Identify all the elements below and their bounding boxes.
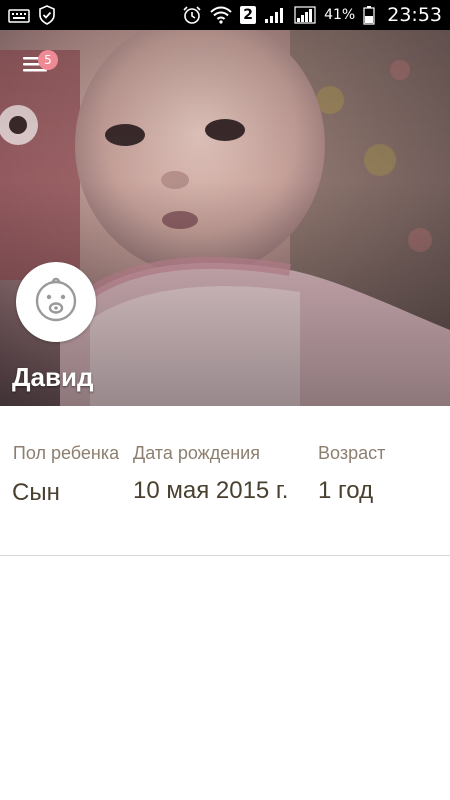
keyboard-icon <box>8 7 30 23</box>
birthdate-value: 10 мая 2015 г. <box>133 477 289 504</box>
age-value: 1 год <box>318 477 374 504</box>
shield-check-icon <box>38 5 56 25</box>
birthdate-field: Дата рождения 10 мая 2015 г. <box>133 440 303 506</box>
baby-face-icon <box>31 275 81 329</box>
battery-icon <box>363 5 375 25</box>
sim-indicator: 2 <box>240 6 257 24</box>
signal-icon-2 <box>294 6 316 24</box>
child-info-row: Пол ребенка Сын Дата рождения 10 мая 201… <box>0 406 450 556</box>
status-bar: 2 41% 23:53 <box>0 0 450 30</box>
clock-time: 23:53 <box>387 4 442 26</box>
hero-overlay <box>0 30 450 406</box>
status-bar-right: 2 41% 23:53 <box>182 4 442 26</box>
age-field: Возраст 1 год <box>318 440 438 506</box>
status-bar-left <box>8 5 56 25</box>
wifi-icon <box>210 6 232 24</box>
child-avatar[interactable] <box>16 262 96 342</box>
alarm-icon <box>182 5 202 25</box>
age-label: Возраст <box>318 443 386 463</box>
gender-value: Сын <box>12 479 60 506</box>
signal-icon <box>264 6 286 24</box>
gender-field: Пол ребенка Сын <box>12 440 119 508</box>
gender-label: Пол ребенка <box>12 443 120 463</box>
profile-header: 5 Давид <box>0 30 450 406</box>
battery-percent: 41% <box>324 7 356 23</box>
child-name: Давид <box>12 362 94 392</box>
notification-badge: 5 <box>38 50 58 70</box>
birthdate-label: Дата рождения <box>133 443 260 463</box>
